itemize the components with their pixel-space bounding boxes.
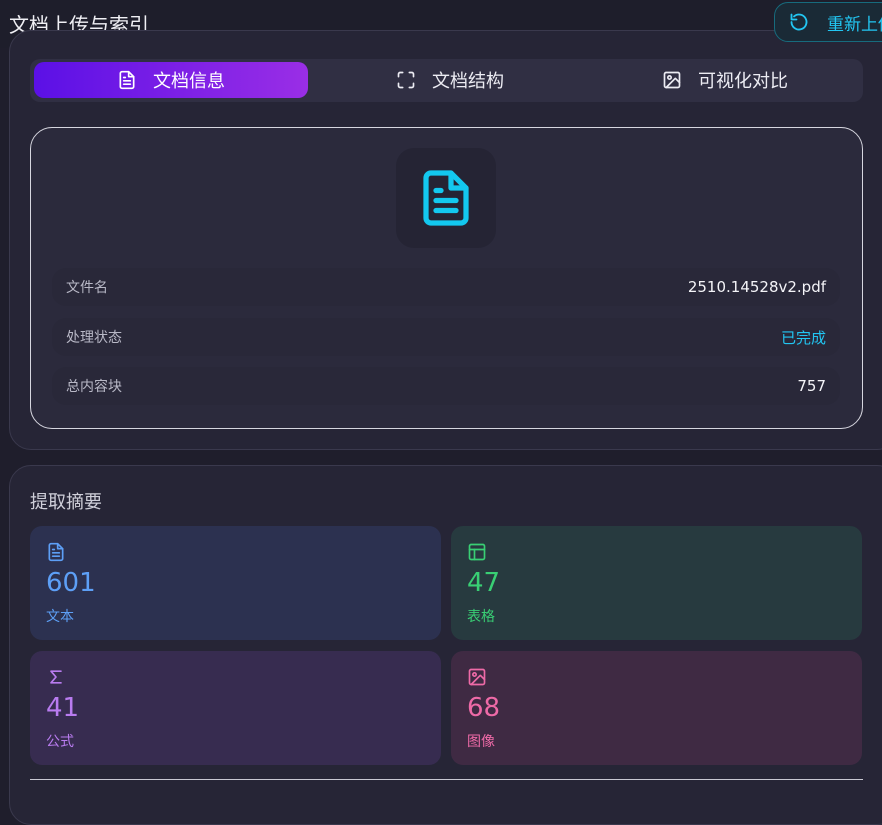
info-row-filename: 文件名 2510.14528v2.pdf [52,268,840,306]
info-key: 处理状态 [66,330,122,346]
stat-value: 68 [467,693,501,723]
reupload-label: 重新上传 [827,14,882,35]
info-key: 总内容块 [66,379,122,395]
sigma-icon [50,670,62,684]
stat-label: 公式 [46,734,74,750]
info-row-status: 处理状态 已完成 [52,318,840,356]
stat-card-image: 68 图像 [451,651,862,765]
file-text-icon [423,170,469,226]
info-row-total-blocks: 总内容块 757 [52,367,840,405]
tab-document-structure[interactable]: 文档结构 [375,62,525,98]
stat-label: 文本 [46,609,74,625]
stat-label: 图像 [467,734,495,750]
stat-card-table: 47 表格 [451,526,862,640]
fullscreen-icon [397,71,415,89]
file-text-icon [119,70,135,90]
tab-label: 文档结构 [432,71,504,92]
stat-card-text: 601 文本 [30,526,441,640]
refresh-icon [790,13,808,31]
table-icon [468,543,486,561]
stat-value: 47 [467,568,501,598]
stat-value: 601 [46,568,96,598]
stat-card-formula: 41 公式 [30,651,441,765]
tab-visual-compare[interactable]: 可视化对比 [640,62,810,98]
tab-document-info[interactable]: 文档信息 [34,62,308,98]
document-icon-box [396,148,496,248]
image-icon [663,71,681,89]
summary-title: 提取摘要 [30,492,102,513]
tab-label: 可视化对比 [698,71,788,92]
divider [30,779,863,780]
info-value: 757 [797,377,826,395]
stat-value: 41 [46,693,80,723]
tab-label: 文档信息 [153,71,225,92]
reupload-button[interactable]: 重新上传 [774,2,882,42]
status-badge: 已完成 [780,328,826,347]
info-value: 2510.14528v2.pdf [687,278,826,296]
summary-panel [9,465,882,825]
image-icon [468,668,486,686]
info-key: 文件名 [66,280,108,296]
stat-label: 表格 [467,609,495,625]
file-text-icon [48,542,64,562]
